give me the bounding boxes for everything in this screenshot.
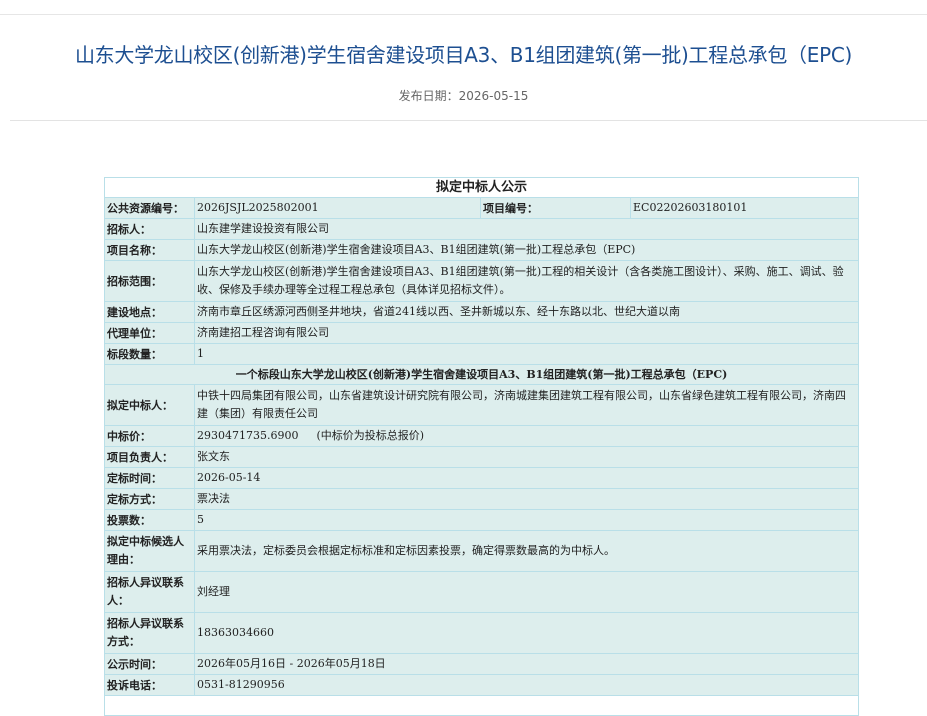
page-title: 山东大学龙山校区(创新港)学生宿舍建设项目A3、B1组团建筑(第一批)工程总承包… <box>74 43 853 67</box>
project-name-label: 项目名称： <box>104 239 195 261</box>
manager-label: 项目负责人： <box>104 446 195 468</box>
table-row: 定标时间： 2026-05-14 <box>104 467 860 489</box>
project-name-value: 山东大学龙山校区(创新港)学生宿舍建设项目A3、B1组团建筑(第一批)工程总承包… <box>193 239 860 261</box>
table-row: 投票数： 5 <box>104 509 860 531</box>
project-no-value: EC02202603180101 <box>629 197 860 219</box>
sections-value: 1 <box>193 343 860 365</box>
table-row: 招标人异议联系方式： 18363034660 <box>104 612 860 654</box>
table-row: 代理单位： 济南建招工程咨询有限公司 <box>104 322 860 344</box>
table-row: 招标人异议联系人： 刘经理 <box>104 571 860 613</box>
table-row: 定标方式： 票决法 <box>104 488 860 510</box>
price-label: 中标价： <box>104 425 195 447</box>
table-row: 公示时间： 2026年05月16日 - 2026年05月18日 <box>104 653 860 675</box>
reason-value: 采用票决法，定标委员会根据定标标准和定标因素投票，确定得票数最高的为中标人。 <box>193 530 860 572</box>
section-title: 一个标段山东大学龙山校区(创新港)学生宿舍建设项目A3、B1组团建筑(第一批)工… <box>103 364 860 385</box>
table-row: 公共资源编号： 2026JSJL2025802001 项目编号： EC02202… <box>104 197 860 219</box>
notice-heading-row: 拟定中标人公示 <box>103 177 860 198</box>
publish-date-label: 发布日期： <box>398 89 459 103</box>
section-title-row: 一个标段山东大学龙山校区(创新港)学生宿舍建设项目A3、B1组团建筑(第一批)工… <box>103 364 860 385</box>
resource-no-label: 公共资源编号： <box>104 197 195 219</box>
winner-label: 拟定中标人： <box>104 384 195 426</box>
table-row: 中标价： 2930471735.6900 (中标价为投标总报价) <box>104 425 860 447</box>
winner-notice-table: 拟定中标人公示 公共资源编号： 2026JSJL2025802001 项目编号：… <box>103 177 860 716</box>
notice-heading: 拟定中标人公示 <box>103 177 860 198</box>
table-row: 项目名称： 山东大学龙山校区(创新港)学生宿舍建设项目A3、B1组团建筑(第一批… <box>104 239 860 261</box>
location-label: 建设地点： <box>104 301 195 323</box>
scope-value: 山东大学龙山校区(创新港)学生宿舍建设项目A3、B1组团建筑(第一批)工程的相关… <box>193 260 860 302</box>
scope-label: 招标范围： <box>104 260 195 302</box>
winner-value: 中铁十四局集团有限公司，山东省建筑设计研究院有限公司，济南城建集团建筑工程有限公… <box>193 384 860 426</box>
objection-contact-value: 刘经理 <box>193 571 860 613</box>
tenderer-value: 山东建学建设投资有限公司 <box>193 218 860 240</box>
method-value: 票决法 <box>193 488 860 510</box>
tenderer-label: 招标人： <box>104 218 195 240</box>
table-row: 拟定中标候选人理由： 采用票决法，定标委员会根据定标标准和定标因素投票，确定得票… <box>104 530 860 572</box>
table-row: 项目负责人： 张文东 <box>104 446 860 468</box>
location-value: 济南市章丘区绣源河西侧圣井地块，省道241线以西、圣井新城以东、经十东路以北、世… <box>193 301 860 323</box>
table-row: 招标人： 山东建学建设投资有限公司 <box>104 218 860 240</box>
publish-date-value: 2026-05-15 <box>458 89 529 103</box>
publicity-time-label: 公示时间： <box>104 653 195 675</box>
table-row: 拟定中标人： 中铁十四局集团有限公司，山东省建筑设计研究院有限公司，济南城建集团… <box>104 384 860 426</box>
header-divider <box>10 120 927 121</box>
price-value: 2930471735.6900 <box>197 429 299 442</box>
award-time-label: 定标时间： <box>104 467 195 489</box>
blank-cell <box>103 695 860 716</box>
objection-phone-label: 招标人异议联系方式： <box>104 612 195 654</box>
resource-no-value: 2026JSJL2025802001 <box>194 197 481 219</box>
agency-value: 济南建招工程咨询有限公司 <box>193 322 860 344</box>
complaint-phone-label: 投诉电话： <box>104 674 195 696</box>
objection-phone-value: 18363034660 <box>193 612 860 654</box>
table-row: 投诉电话： 0531-81290956 <box>104 674 860 696</box>
project-no-label: 项目编号： <box>480 197 631 219</box>
objection-contact-label: 招标人异议联系人： <box>104 571 195 613</box>
price-note: (中标价为投标总报价) <box>316 429 425 442</box>
publicity-time-value: 2026年05月16日 - 2026年05月18日 <box>193 653 860 675</box>
top-divider <box>0 14 927 15</box>
award-time-value: 2026-05-14 <box>193 467 860 489</box>
agency-label: 代理单位： <box>104 322 195 344</box>
price-cell: 2930471735.6900 (中标价为投标总报价) <box>193 425 860 447</box>
sections-label: 标段数量： <box>104 343 195 365</box>
reason-label: 拟定中标候选人理由： <box>104 530 195 572</box>
table-row-blank <box>103 695 860 716</box>
table-row: 标段数量： 1 <box>104 343 860 365</box>
publish-date-line: 发布日期：2026-05-15 <box>0 88 927 104</box>
table-row: 建设地点： 济南市章丘区绣源河西侧圣井地块，省道241线以西、圣井新城以东、经十… <box>104 301 860 323</box>
manager-value: 张文东 <box>193 446 860 468</box>
votes-label: 投票数： <box>104 509 195 531</box>
complaint-phone-value: 0531-81290956 <box>193 674 860 696</box>
votes-value: 5 <box>193 509 860 531</box>
table-row: 招标范围： 山东大学龙山校区(创新港)学生宿舍建设项目A3、B1组团建筑(第一批… <box>104 260 860 302</box>
method-label: 定标方式： <box>104 488 195 510</box>
